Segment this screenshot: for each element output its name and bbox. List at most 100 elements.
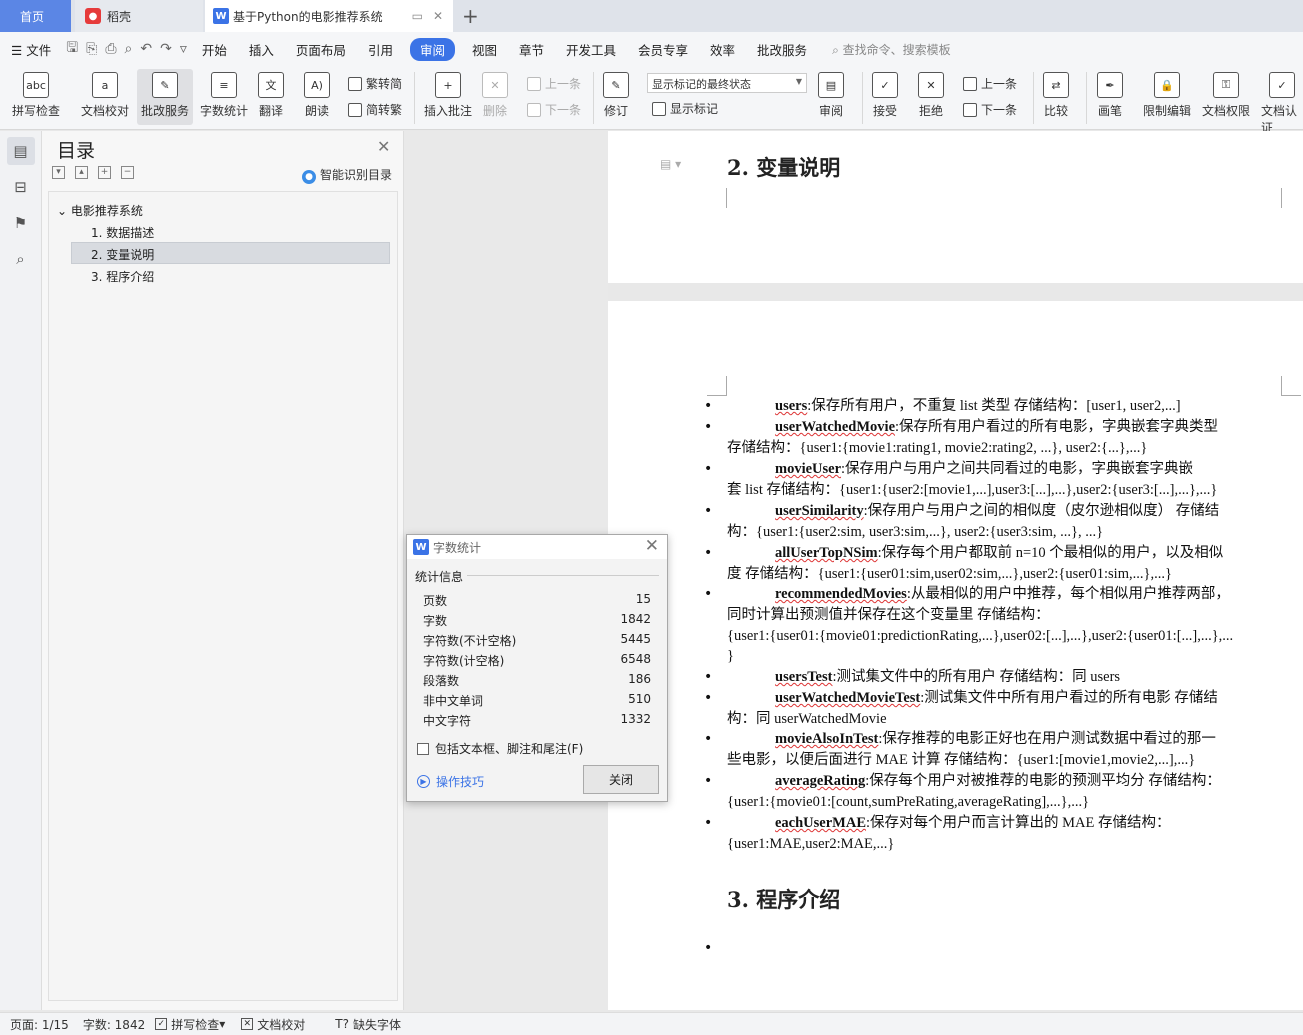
status-spell-check[interactable]: ✓ 拼写检查 ▾ [155, 1016, 225, 1033]
accept-button[interactable]: ✓ 接受 [872, 72, 898, 119]
tips-link[interactable]: ▶ 操作技巧 [417, 773, 484, 790]
search-icon[interactable]: ⌕ [7, 245, 35, 273]
show-markup-button[interactable]: 显示标记 [652, 100, 718, 117]
next-comment-icon [527, 102, 541, 117]
list-item[interactable]: userWatchedMovie:保存所有用户看过的所有电影，字典嵌套字典类型存… [727, 417, 1285, 459]
close-icon[interactable]: ✕ [433, 9, 443, 23]
more-icon[interactable]: ▿ [176, 41, 191, 57]
nav-strip: ▤ ⊟ ⚑ ⌕ [0, 131, 42, 1010]
trad-to-simp-button[interactable]: 繁转简 [348, 75, 402, 92]
save-icon[interactable]: 🖫 [62, 37, 82, 61]
list-item[interactable]: movieUser:保存用户与用户之间共同看过的电影，字典嵌套字典嵌套 list… [727, 459, 1285, 501]
redo-icon[interactable]: ↷ [156, 41, 176, 57]
next-comment-button[interactable]: 下一条 [527, 101, 581, 118]
translate-label: 翻译 [258, 104, 283, 118]
compare-button[interactable]: ⇄ 比较 [1043, 72, 1069, 119]
status-proof[interactable]: ✕ 文档校对 [241, 1016, 305, 1033]
show-markup-icon [652, 101, 666, 116]
list-item[interactable]: users:保存所有用户，不重复 list 类型 存储结构：[user1, us… [727, 396, 1285, 417]
toc-root[interactable]: ⌄ 电影推荐系统 [57, 202, 143, 219]
command-search[interactable]: ⌕ 查找命令、搜索模板 [832, 41, 951, 58]
menu-insert[interactable]: 插入 [238, 40, 285, 59]
smart-toc-button[interactable]: ● 智能识别目录 [302, 166, 392, 184]
menu-member[interactable]: 会员专享 [627, 40, 699, 59]
tab-home[interactable]: 首页 [0, 0, 71, 32]
list-item[interactable]: averageRating:保存每个用户对被推荐的电影的预测平均分 存储结构： {… [727, 771, 1285, 813]
menu-review[interactable]: 审阅 [409, 37, 455, 61]
page-indicator[interactable]: 页面: 1/15 [10, 1016, 69, 1033]
simp-to-trad-button[interactable]: 简转繁 [348, 101, 402, 118]
revise-button[interactable]: ✎ 修订 [603, 72, 629, 119]
toc-item[interactable]: 3. 程序介绍 [91, 268, 154, 285]
translate-button[interactable]: 文翻译 [258, 72, 284, 119]
expand-all-icon[interactable]: ▴ [75, 166, 88, 179]
print-icon[interactable]: ⎙ [101, 41, 120, 57]
word-count-indicator[interactable]: 字数: 1842 [83, 1016, 145, 1033]
menu-start[interactable]: 开始 [191, 40, 238, 59]
chapter-nav-icon[interactable]: ⊟ [7, 173, 35, 201]
prev-comment-button[interactable]: 上一条 [527, 75, 581, 92]
dialog-titlebar[interactable]: W 字数统计 ✕ [407, 535, 667, 559]
word-count-button[interactable]: ≡ 字数统计 [200, 72, 248, 119]
list-item[interactable]: usersTest:测试集文件中的所有用户 存储结构：同 users [727, 667, 1285, 688]
new-tab-icon[interactable]: + [462, 4, 479, 28]
read-aloud-button[interactable]: A) 朗读 [304, 72, 330, 119]
list-item[interactable]: recommendedMovies:从最相似的用户中推荐，每个相似用户推荐两部，… [727, 584, 1285, 667]
close-icon[interactable]: ✕ [377, 137, 390, 156]
markup-state-select[interactable]: 显示标记的最终状态 ▼ [647, 73, 807, 93]
doc-proof-button[interactable]: a 文档校对 [81, 72, 129, 119]
ink-button[interactable]: ✒ 画笔 [1097, 72, 1123, 119]
toc-root-label: 电影推荐系统 [70, 204, 143, 218]
preview-icon[interactable]: ⌕ [121, 41, 137, 57]
menu-section[interactable]: 章节 [508, 40, 555, 59]
list-item[interactable]: movieAlsoInTest:保存推荐的电影正好也在用户测试数据中看过的那一些… [727, 729, 1285, 771]
close-icon[interactable]: ✕ [645, 536, 659, 556]
pin-icon[interactable]: ▭ [412, 9, 423, 23]
toc-item[interactable]: 2. 变量说明 [91, 246, 154, 263]
markup-state-value: 显示标记的最终状态 [652, 78, 751, 91]
collapse-all-icon[interactable]: ▾ [52, 166, 65, 179]
undo-icon[interactable]: ↶ [136, 41, 156, 57]
font-icon: T? [335, 1017, 349, 1031]
tab-document[interactable]: W 基于Python的电影推荐系统 ▭ ✕ [205, 0, 453, 32]
tab-docer[interactable]: ● 稻壳 [75, 0, 203, 32]
remove-heading-icon[interactable]: − [121, 166, 134, 179]
review-pane-button[interactable]: ▤ 审阅 [818, 72, 844, 119]
menu-devtools[interactable]: 开发工具 [555, 40, 627, 59]
list-item[interactable]: allUserTopNSim:保存每个用户都取前 n=10 个最相似的用户，以及… [727, 543, 1285, 585]
list-bullet: • [704, 545, 713, 561]
file-menu[interactable]: ☰ 文件 [0, 40, 62, 59]
variable-name: userWatchedMovieTest [775, 690, 921, 706]
include-textbox-checkbox[interactable]: 包括文本框、脚注和尾注(F) [417, 740, 583, 757]
close-button[interactable]: 关闭 [583, 765, 659, 794]
export-icon[interactable]: ⎘ [82, 41, 101, 57]
delete-comment-button[interactable]: ✕ 删除 [482, 72, 508, 119]
missing-font[interactable]: T? 缺失字体 [335, 1016, 401, 1033]
menu-view[interactable]: 视图 [461, 40, 508, 59]
doc-cert-button[interactable]: ✓ 文档认证 [1261, 72, 1303, 136]
doc-rights-button[interactable]: ⚿ 文档权限 [1202, 72, 1250, 119]
list-item[interactable]: userSimilarity:保存用户与用户之间的相似度（皮尔逊相似度） 存储结… [727, 501, 1285, 543]
menu-correction[interactable]: 批改服务 [746, 40, 818, 59]
paragraph-handle-icon[interactable]: ▤ ▾ [660, 157, 681, 171]
prev-change-button[interactable]: 上一条 [963, 75, 1017, 92]
bookmark-icon[interactable]: ⚑ [7, 209, 35, 237]
list-item[interactable]: eachUserMAE:保存对每个用户而言计算出的 MAE 存储结构： {user… [727, 813, 1285, 855]
trad-simp-icon [348, 76, 362, 91]
menu-layout[interactable]: 页面布局 [285, 40, 357, 59]
menu-efficiency[interactable]: 效率 [699, 40, 746, 59]
spell-check-button[interactable]: abc 拼写检查 [12, 72, 60, 119]
toc-panel-icon[interactable]: ▤ [6, 137, 35, 165]
insert-comment-button[interactable]: + 插入批注 [424, 72, 472, 119]
correction-service-button[interactable]: ✎ 批改服务 [137, 69, 194, 125]
toc-item[interactable]: 1. 数据描述 [91, 224, 154, 241]
add-heading-icon[interactable]: + [98, 166, 111, 179]
restrict-edit-button[interactable]: 🔒 限制编辑 [1143, 72, 1191, 119]
next-change-button[interactable]: 下一条 [963, 101, 1017, 118]
stat-label: 页数 [423, 594, 448, 608]
variable-description: :保存每个用户都取前 n=10 个最相似的用户，以及相似 [877, 545, 1224, 561]
chevron-down-icon: ▼ [795, 77, 802, 86]
menu-reference[interactable]: 引用 [357, 40, 404, 59]
list-item[interactable]: userWatchedMovieTest:测试集文件中所有用户看过的所有电影 存… [727, 688, 1285, 730]
reject-button[interactable]: ✕ 拒绝 [918, 72, 944, 119]
